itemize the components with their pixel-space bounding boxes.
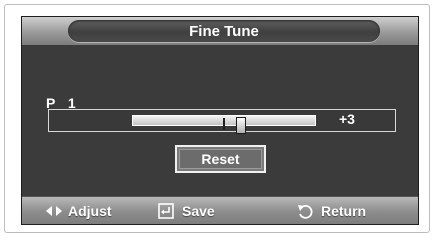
reset-label: Reset — [201, 151, 240, 167]
title-bar: Fine Tune — [22, 17, 418, 45]
slider-track[interactable] — [132, 115, 316, 134]
reset-button[interactable]: Reset — [175, 145, 266, 173]
left-right-arrows-icon — [46, 206, 62, 216]
hint-save: Save — [158, 201, 215, 221]
hint-save-label: Save — [182, 203, 215, 219]
reset-button-face: Reset — [179, 149, 262, 169]
panel-title: Fine Tune — [189, 22, 259, 40]
slider-value: +3 — [339, 111, 355, 127]
fine-tune-slider[interactable]: +3 — [48, 109, 396, 134]
hint-return: Return — [297, 201, 366, 221]
hint-bar: Adjust Save Return — [22, 196, 418, 224]
hint-return-label: Return — [321, 203, 367, 219]
osd-panel: Fine Tune P1 +3 Reset Adjust Save Return — [21, 16, 419, 225]
slider-center-tick — [223, 118, 225, 130]
title-pill: Fine Tune — [68, 20, 380, 42]
hint-adjust: Adjust — [46, 201, 112, 221]
slider-thumb[interactable] — [236, 117, 247, 134]
enter-icon — [158, 203, 176, 219]
hint-adjust-label: Adjust — [68, 203, 112, 219]
return-icon — [297, 203, 315, 219]
